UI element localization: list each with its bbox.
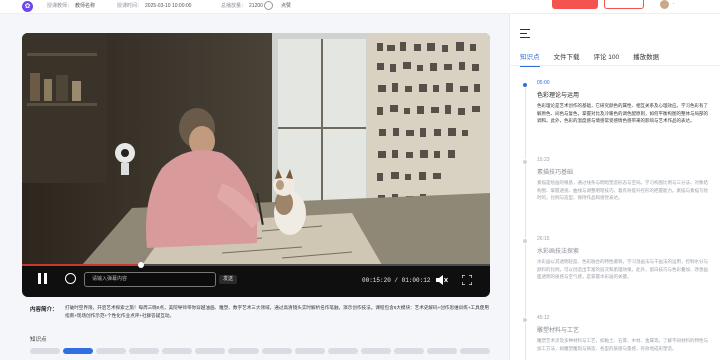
knowledge-item-title: 雕塑材料与工艺 — [537, 328, 580, 334]
duration: 01:00:12 — [401, 277, 431, 284]
knowledge-item-title: 水彩画技法探索 — [537, 249, 580, 255]
time-value: 2025-03-10 10:00:00 — [145, 3, 192, 9]
like-icon[interactable] — [264, 1, 273, 10]
volume-icon[interactable] — [436, 275, 448, 285]
secondary-action-button[interactable] — [604, 0, 644, 9]
knowledge-segment[interactable] — [327, 348, 358, 354]
knowledge-segment[interactable] — [294, 348, 325, 354]
danmaku-toggle-icon[interactable] — [65, 273, 76, 284]
knowledge-segment[interactable] — [360, 348, 391, 354]
video-progress-knob[interactable] — [138, 262, 145, 268]
danmaku-input[interactable]: 请输入弹幕内容 — [84, 272, 216, 287]
knowledge-item-desc: 雕塑艺术涉及多种材料与工艺，如黏土、石膏、木材、金属等。了解不同材料的特性与加工… — [537, 338, 708, 351]
teacher-info: 授课教师： 教师名称 — [47, 2, 95, 9]
knowledge-item-desc: 水彩画以其透明轻盈、色彩融合的特性著称。学习湿画法与干画法的运用，控制水分与颜料… — [537, 259, 708, 279]
video-progress-fill — [22, 264, 142, 266]
like-label[interactable]: 点赞 — [281, 2, 291, 9]
views-key: 总播放量： — [221, 3, 247, 9]
avatar[interactable] — [660, 0, 669, 9]
send-danmaku-button[interactable]: 发送 — [219, 275, 237, 284]
knowledge-segment[interactable] — [63, 348, 94, 354]
pause-button[interactable] — [38, 273, 48, 285]
menu-icon[interactable] — [520, 29, 532, 39]
user-name-text: · — [673, 1, 675, 7]
knowledge-item-desc: 素描是绘画的根基，通过线条与明暗塑造形态与空间。学习构图比例与三分法、对象结构图… — [537, 180, 708, 200]
time-display: 00:15:20 / 01:00:12 — [362, 277, 431, 284]
intro-label: 内容简介： — [30, 307, 58, 313]
sidebar: 知识点 文件下载 评论 100 播放数据 05:00 色彩理论与运用 色彩理论是… — [509, 14, 720, 360]
tab-divider — [510, 65, 720, 66]
timeline-dot-icon — [522, 159, 528, 165]
knowledge-segment[interactable] — [30, 348, 61, 354]
time-info: 授课时间： 2025-03-10 10:00:00 — [117, 2, 191, 9]
teacher-value: 教师名称 — [75, 3, 96, 9]
knowledge-segment[interactable] — [261, 348, 292, 354]
views-info: 总播放量： 21200 — [221, 2, 263, 9]
knowledge-segment[interactable] — [129, 348, 160, 354]
fullscreen-icon[interactable] — [462, 275, 472, 285]
knowledge-item-desc: 色彩理论是艺术创作的基础，它研究颜色的属性、相互关系及心理效应。学习色彩有了解原… — [537, 103, 708, 123]
timeline-dot-icon — [522, 82, 528, 88]
current-time: 00:15:20 — [362, 277, 391, 284]
app-logo-icon: ✿ — [22, 1, 33, 12]
video-progress-bar[interactable] — [22, 262, 490, 268]
knowledge-segment[interactable] — [460, 348, 491, 354]
knowledge-item-time: 05:00 — [537, 80, 550, 86]
knowledge-item-time: 26:15 — [537, 236, 550, 242]
views-value: 21200 — [249, 3, 263, 9]
primary-action-button[interactable] — [552, 0, 598, 9]
knowledge-segment[interactable] — [393, 348, 424, 354]
knowledge-segment[interactable] — [228, 348, 259, 354]
video-frame — [22, 33, 490, 265]
timeline-dot-icon — [522, 238, 528, 244]
knowledge-segment[interactable] — [195, 348, 226, 354]
knowledge-item-title: 色彩理论与运用 — [537, 93, 580, 99]
knowledge-item-time: 45:12 — [537, 315, 550, 321]
knowledge-segment[interactable] — [162, 348, 193, 354]
video-player[interactable]: 请输入弹幕内容 发送 00:15:20 / 01:00:12 — [22, 33, 490, 297]
knowledge-segment[interactable] — [96, 348, 127, 354]
knowledge-item-title: 素描技巧基础 — [537, 170, 574, 176]
top-bar: ✿ 授课教师： 教师名称 授课时间： 2025-03-10 10:00:00 总播放… — [0, 0, 720, 14]
teacher-key: 授课教师： — [47, 3, 73, 9]
knowledge-segment[interactable] — [426, 348, 458, 354]
intro-text: 打破时空界限，开启艺术探索之旅！每周三晚8点，美院导师带你穿越油画、雕塑、数字艺… — [65, 305, 489, 318]
time-key: 授课时间： — [117, 3, 143, 9]
timeline-dot-icon — [522, 317, 528, 323]
knowledge-point-bar — [30, 348, 491, 354]
knowledge-point-label: 知识点 — [30, 337, 47, 343]
knowledge-item-time: 15:23 — [537, 157, 550, 163]
